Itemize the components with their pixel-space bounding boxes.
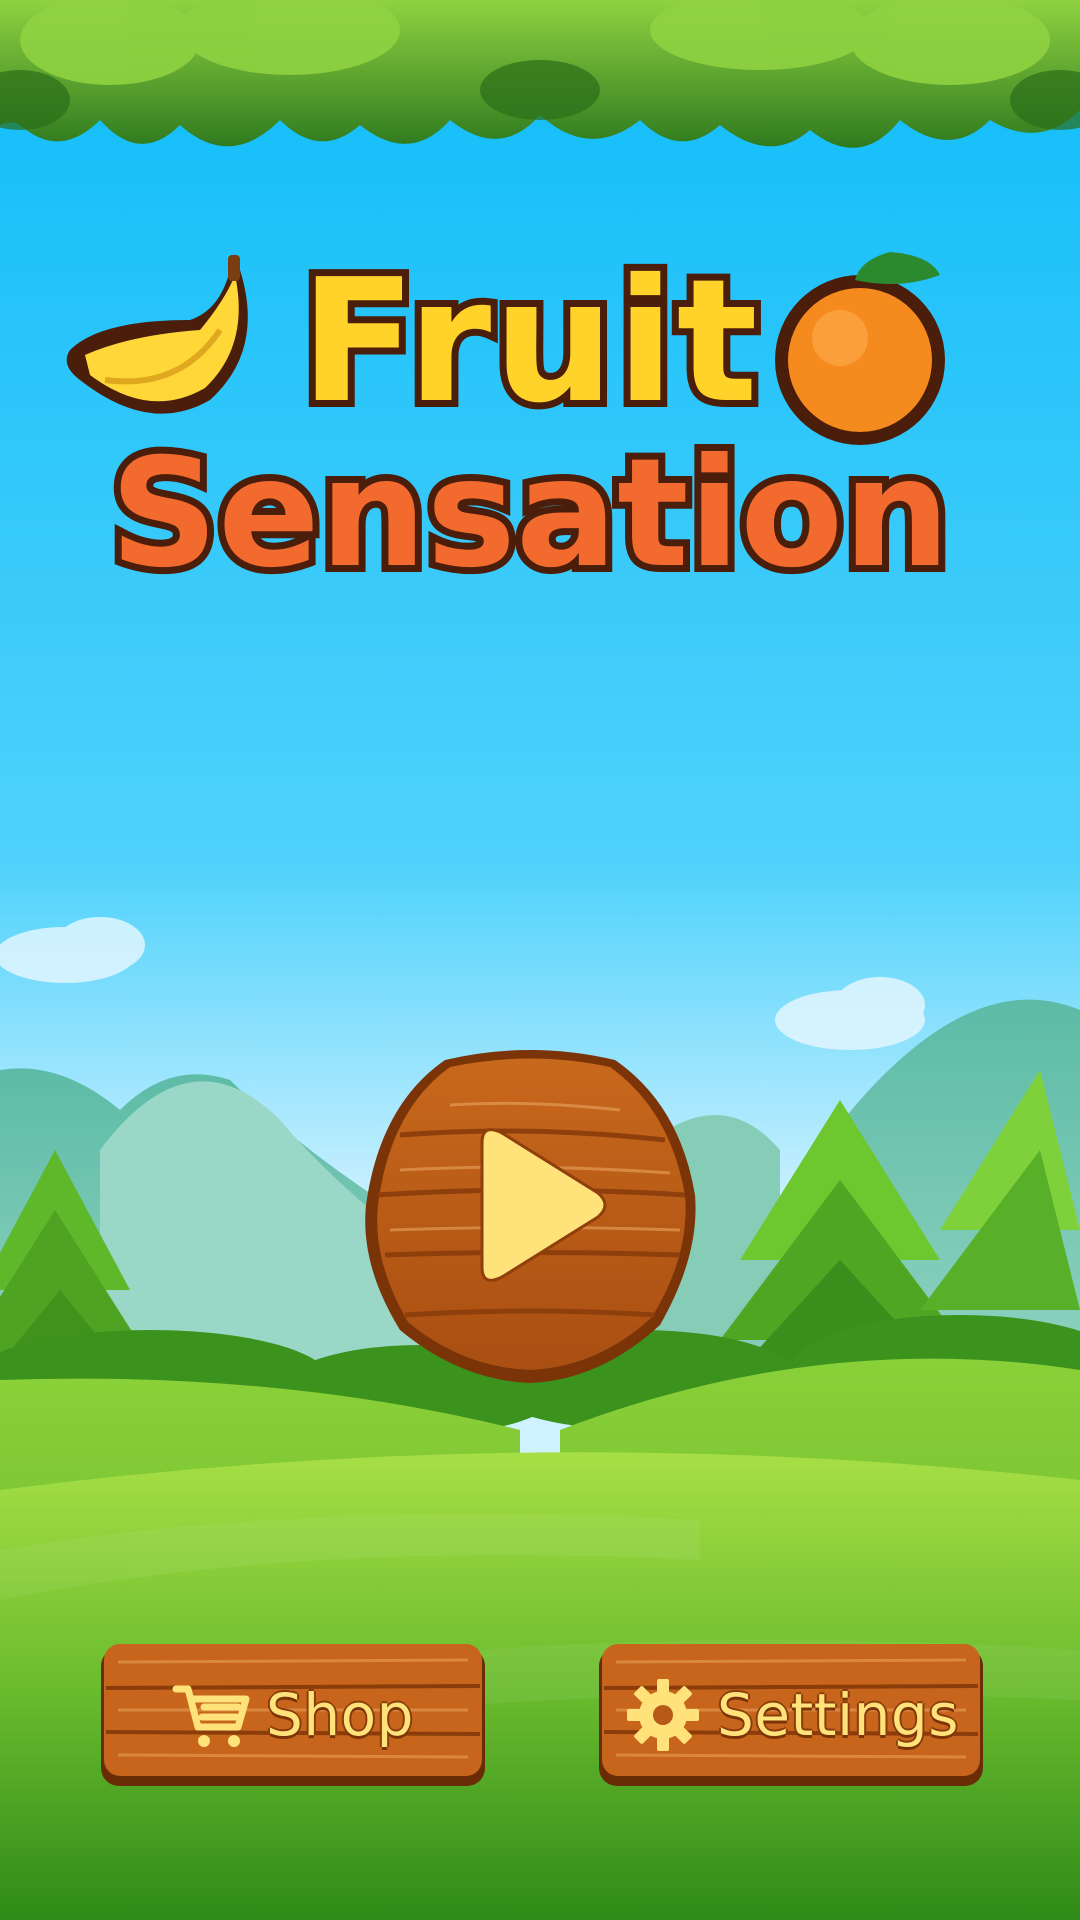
cart-icon	[172, 1675, 252, 1755]
game-logo: Fruit Sensation	[60, 230, 1000, 600]
play-button[interactable]	[360, 1045, 700, 1385]
settings-label: Settings	[717, 1681, 959, 1749]
banana-icon	[66, 255, 248, 414]
orange-icon	[775, 252, 945, 445]
title-line-2: Sensation	[110, 427, 950, 600]
shop-label: Shop	[266, 1681, 414, 1749]
settings-button[interactable]: Settings	[596, 1640, 986, 1790]
shop-button[interactable]: Shop	[98, 1640, 488, 1790]
title-line-1: Fruit	[300, 243, 760, 441]
gear-icon	[623, 1675, 703, 1755]
